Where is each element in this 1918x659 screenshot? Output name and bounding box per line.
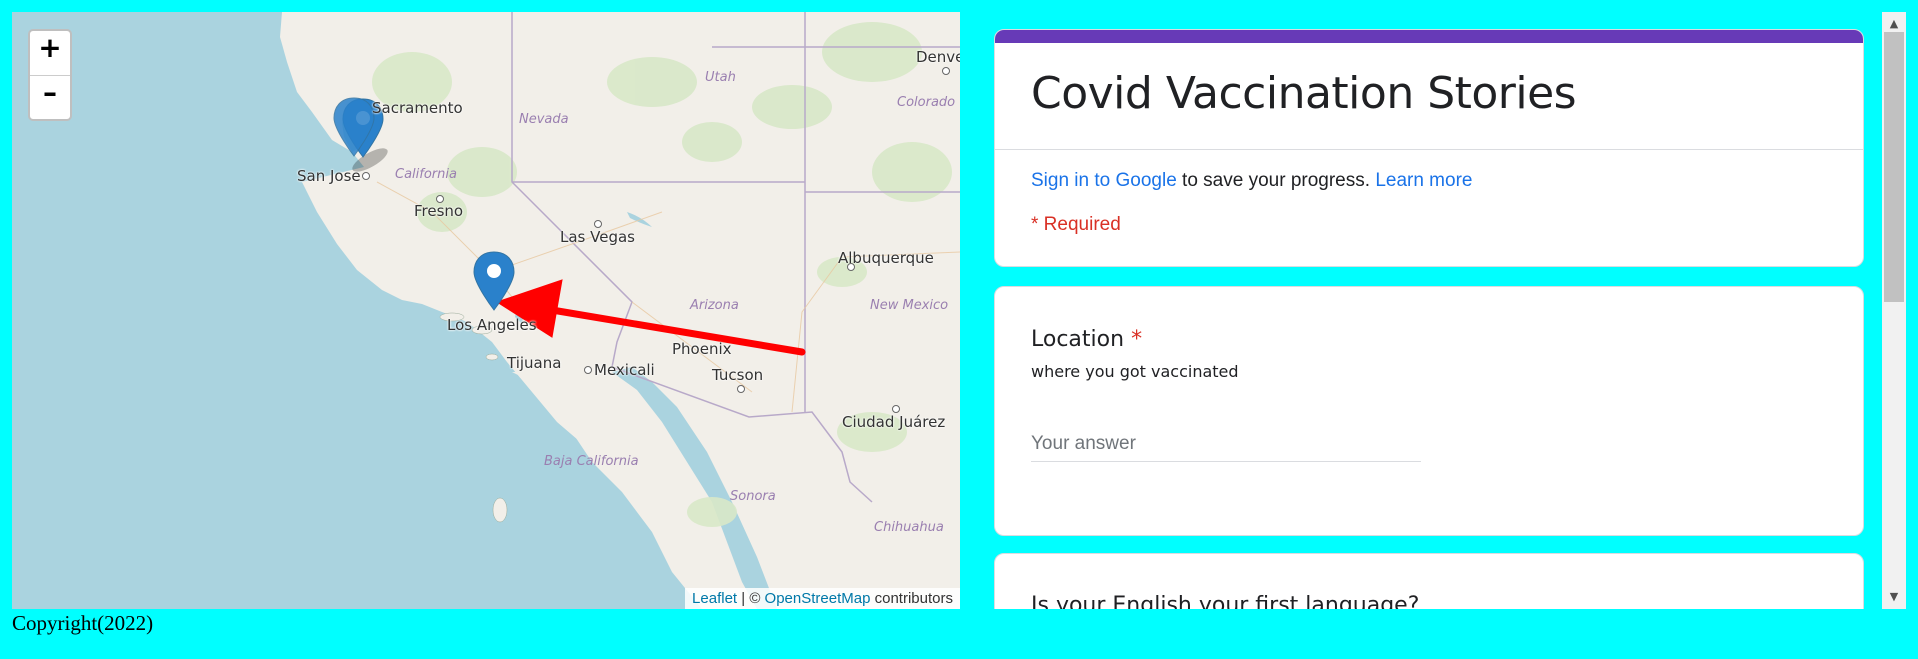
city-label-san-jose: San Jose [297,167,361,185]
openstreetmap-link[interactable]: OpenStreetMap [765,590,871,607]
scrollbar-thumb[interactable] [1884,32,1904,302]
form-title: Covid Vaccination Stories [1031,68,1577,119]
map-attribution: Leaflet | © OpenStreetMap contributors [685,588,960,609]
signin-link[interactable]: Sign in to Google [1031,170,1177,191]
city-dot [847,263,855,271]
leaflet-link[interactable]: Leaflet [692,590,737,607]
google-form-frame[interactable]: Covid Vaccination Stories Sign in to Goo… [976,12,1882,609]
city-label-fresno: Fresno [414,202,464,220]
required-note: * Required [1031,214,1121,235]
question-card-english: Is your English your first language? [994,553,1864,609]
zoom-in-button[interactable]: + [30,31,70,76]
header-divider [995,149,1863,150]
city-dot [594,220,602,228]
city-dot [942,67,950,75]
copyright-footer: Copyright(2022) [12,611,154,635]
region-label-chihuahua: Chihuahua [874,520,944,535]
signin-text: to save your progress. [1176,170,1376,191]
city-dot [737,385,745,393]
city-label-sacramento: Sacramento [372,99,463,117]
zoom-control: + – [28,29,72,121]
city-dot [362,172,370,180]
city-label-phoenix: Phoenix [672,340,732,358]
city-label-tijuana: Tijuana [507,354,562,372]
question-card-location: Location * where you got vaccinated [994,286,1864,536]
form-header-card: Covid Vaccination Stories Sign in to Goo… [994,29,1864,267]
region-label-nevada: Nevada [519,112,569,127]
scroll-up-icon[interactable]: ▲ [1882,14,1906,34]
city-label-denver: Denver [916,48,960,66]
question-title: Is your English your first language? [1031,593,1420,609]
region-label-new-mexico: New Mexico [870,298,949,313]
city-label-ciudad-juarez: Ciudad Juárez [842,413,946,431]
location-answer-input[interactable] [1031,429,1421,462]
question-description: where you got vaccinated [1031,362,1239,381]
city-label-los-angeles: Los Angeles [447,316,537,334]
region-label-colorado: Colorado [897,95,956,110]
required-asterisk: * [1131,327,1143,352]
form-scrollbar[interactable]: ▲ ▼ [1882,12,1906,609]
scroll-down-icon[interactable]: ▼ [1882,587,1906,607]
region-label-arizona: Arizona [690,298,739,313]
map-tiles [280,12,960,609]
attribution-suffix: contributors [870,590,953,607]
region-label-sonora: Sonora [730,489,776,504]
learn-more-link[interactable]: Learn more [1375,170,1472,191]
attribution-separator: | © [737,590,765,607]
city-label-tucson: Tucson [712,366,764,384]
region-label-california: California [395,167,457,182]
signin-notice: Sign in to Google to save your progress.… [1031,170,1863,192]
map-container[interactable]: Sacramento San Jose Fresno Las Vegas Los… [12,12,960,609]
region-label-utah: Utah [705,70,736,85]
question-title: Location * [1031,327,1863,352]
zoom-out-button[interactable]: – [30,76,70,120]
region-label-baja-california: Baja California [544,454,639,469]
form-accent-bar [995,30,1863,43]
question-title-text: Location [1031,327,1125,352]
city-dot [584,366,592,374]
city-label-las-vegas: Las Vegas [560,228,635,246]
city-dot [892,405,900,413]
city-label-mexicali: Mexicali [594,361,655,379]
city-dot [436,195,444,203]
